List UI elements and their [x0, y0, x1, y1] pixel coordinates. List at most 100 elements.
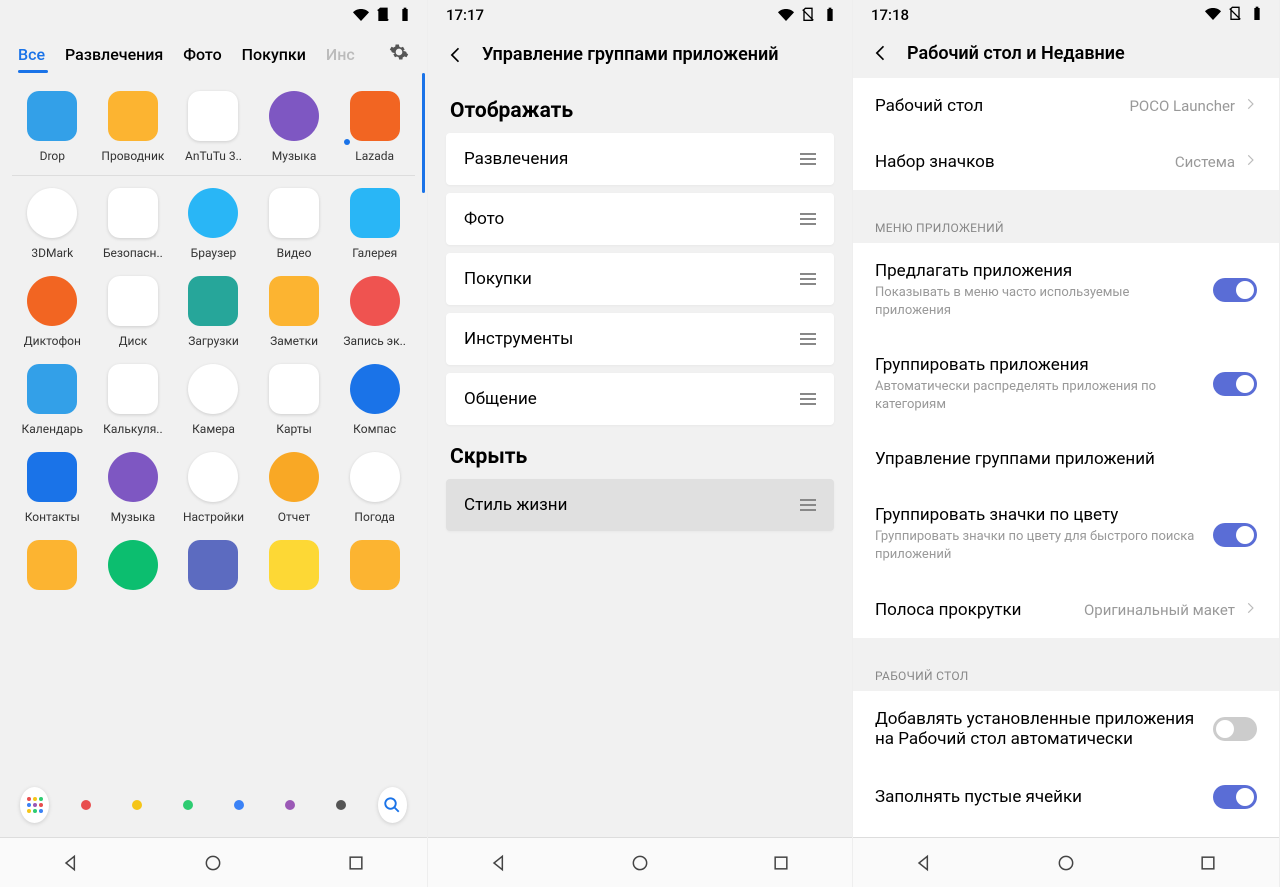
drag-handle-icon[interactable] — [800, 153, 816, 165]
settings-item[interactable]: Полоса прокруткиОригинальный макет — [853, 582, 1279, 638]
titlebar: Управление группами приложений — [428, 30, 852, 79]
settings-label: Группировать значки по цвету — [875, 505, 1203, 525]
nav-recent[interactable] — [346, 853, 366, 873]
app-label: Камера — [192, 422, 235, 436]
dock-color-filter[interactable] — [327, 787, 356, 823]
app-item[interactable]: Drop — [12, 83, 93, 171]
drag-handle-icon[interactable] — [800, 499, 816, 511]
nav-recent[interactable] — [771, 853, 791, 873]
app-icon — [27, 540, 77, 590]
dock-color-filter[interactable] — [173, 787, 202, 823]
toggle-switch[interactable] — [1213, 523, 1257, 547]
app-item[interactable]: 3DMark — [12, 180, 93, 268]
category-item[interactable]: Фото — [446, 193, 834, 245]
tab-partial[interactable]: Инс — [326, 45, 355, 64]
app-item[interactable]: Запись эк.. — [334, 268, 415, 356]
status-time: 17:18 — [871, 6, 909, 24]
app-item[interactable]: Компас — [334, 356, 415, 444]
app-item[interactable] — [173, 532, 254, 606]
settings-item[interactable]: Группировать приложенияАвтоматически рас… — [853, 337, 1279, 431]
battery-icon — [1249, 6, 1265, 22]
app-item[interactable]: Диктофон — [12, 268, 93, 356]
app-item[interactable]: Безопасн.. — [93, 180, 174, 268]
back-icon[interactable] — [871, 43, 891, 63]
page-title: Рабочий стол и Недавние — [907, 43, 1125, 64]
category-item[interactable]: Развлечения — [446, 133, 834, 185]
app-item[interactable] — [12, 532, 93, 606]
app-item[interactable]: Контакты — [12, 444, 93, 532]
nav-recent[interactable] — [1198, 853, 1218, 873]
dock-search[interactable] — [378, 787, 407, 823]
nav-back[interactable] — [914, 853, 934, 873]
app-label: Lazada — [355, 149, 394, 163]
dock-color-filter[interactable] — [122, 787, 151, 823]
app-icon — [108, 276, 158, 326]
app-item[interactable]: Настройки — [173, 444, 254, 532]
app-item[interactable]: Камера — [173, 356, 254, 444]
tab-all[interactable]: Все — [18, 45, 45, 64]
settings-item[interactable]: Заполнять пустые ячейки — [853, 767, 1279, 827]
toggle-switch[interactable] — [1213, 717, 1257, 741]
tab-shopping[interactable]: Покупки — [242, 45, 306, 64]
app-label: Калькуля.. — [103, 422, 162, 436]
scrollbar-thumb[interactable] — [422, 73, 425, 193]
settings-item[interactable]: Набор значковСистема — [853, 134, 1279, 190]
app-icon — [188, 452, 238, 502]
app-item[interactable]: Диск — [93, 268, 174, 356]
app-item[interactable]: Отчет — [254, 444, 335, 532]
settings-label: Управление группами приложений — [875, 449, 1247, 469]
category-item[interactable]: Стиль жизни — [446, 479, 834, 531]
app-item[interactable] — [254, 532, 335, 606]
settings-item[interactable]: Группировать значки по цветуГруппировать… — [853, 487, 1279, 581]
app-item[interactable]: Загрузки — [173, 268, 254, 356]
dock-color-filter[interactable] — [225, 787, 254, 823]
app-icon — [27, 364, 77, 414]
app-icon — [27, 276, 77, 326]
app-item[interactable] — [334, 532, 415, 606]
nav-back[interactable] — [489, 853, 509, 873]
dock-all-apps[interactable] — [20, 787, 49, 823]
drag-handle-icon[interactable] — [800, 393, 816, 405]
app-label: Запись эк.. — [343, 334, 406, 348]
dock-color-filter[interactable] — [276, 787, 305, 823]
back-icon[interactable] — [446, 45, 466, 65]
drag-handle-icon[interactable] — [800, 273, 816, 285]
nav-home[interactable] — [1056, 853, 1076, 873]
app-item[interactable]: Погода — [334, 444, 415, 532]
app-item[interactable]: Lazada — [334, 83, 415, 171]
app-drawer[interactable]: DropПроводникAnTuTu 3..МузыкаLazada3DMar… — [0, 73, 427, 887]
app-item[interactable]: Заметки — [254, 268, 335, 356]
app-item[interactable]: Видео — [254, 180, 335, 268]
drag-handle-icon[interactable] — [800, 213, 816, 225]
color-dot — [183, 800, 193, 810]
nav-home[interactable] — [630, 853, 650, 873]
toggle-switch[interactable] — [1213, 785, 1257, 809]
app-item[interactable]: AnTuTu 3.. — [173, 83, 254, 171]
dock-color-filter[interactable] — [71, 787, 100, 823]
app-item[interactable]: Калькуля.. — [93, 356, 174, 444]
tab-entertainment[interactable]: Развлечения — [65, 45, 163, 64]
drag-handle-icon[interactable] — [800, 333, 816, 345]
app-item[interactable]: Галерея — [334, 180, 415, 268]
gear-icon[interactable] — [389, 42, 409, 66]
app-item[interactable]: Музыка — [254, 83, 335, 171]
chevron-right-icon — [1243, 600, 1257, 620]
settings-item[interactable]: Рабочий столPOCO Launcher — [853, 78, 1279, 134]
app-item[interactable]: Браузер — [173, 180, 254, 268]
settings-item[interactable]: Предлагать приложенияПоказывать в меню ч… — [853, 243, 1279, 337]
nav-back[interactable] — [61, 853, 81, 873]
app-item[interactable]: Музыка — [93, 444, 174, 532]
toggle-switch[interactable] — [1213, 372, 1257, 396]
app-item[interactable]: Календарь — [12, 356, 93, 444]
tab-photo[interactable]: Фото — [183, 45, 221, 64]
nav-home[interactable] — [203, 853, 223, 873]
toggle-switch[interactable] — [1213, 278, 1257, 302]
app-item[interactable] — [93, 532, 174, 606]
settings-item[interactable]: Управление группами приложений — [853, 431, 1279, 487]
app-item[interactable]: Проводник — [93, 83, 174, 171]
app-item[interactable]: Карты — [254, 356, 335, 444]
category-item[interactable]: Покупки — [446, 253, 834, 305]
category-item[interactable]: Общение — [446, 373, 834, 425]
category-item[interactable]: Инструменты — [446, 313, 834, 365]
settings-item[interactable]: Добавлять установленные приложения на Ра… — [853, 691, 1279, 767]
